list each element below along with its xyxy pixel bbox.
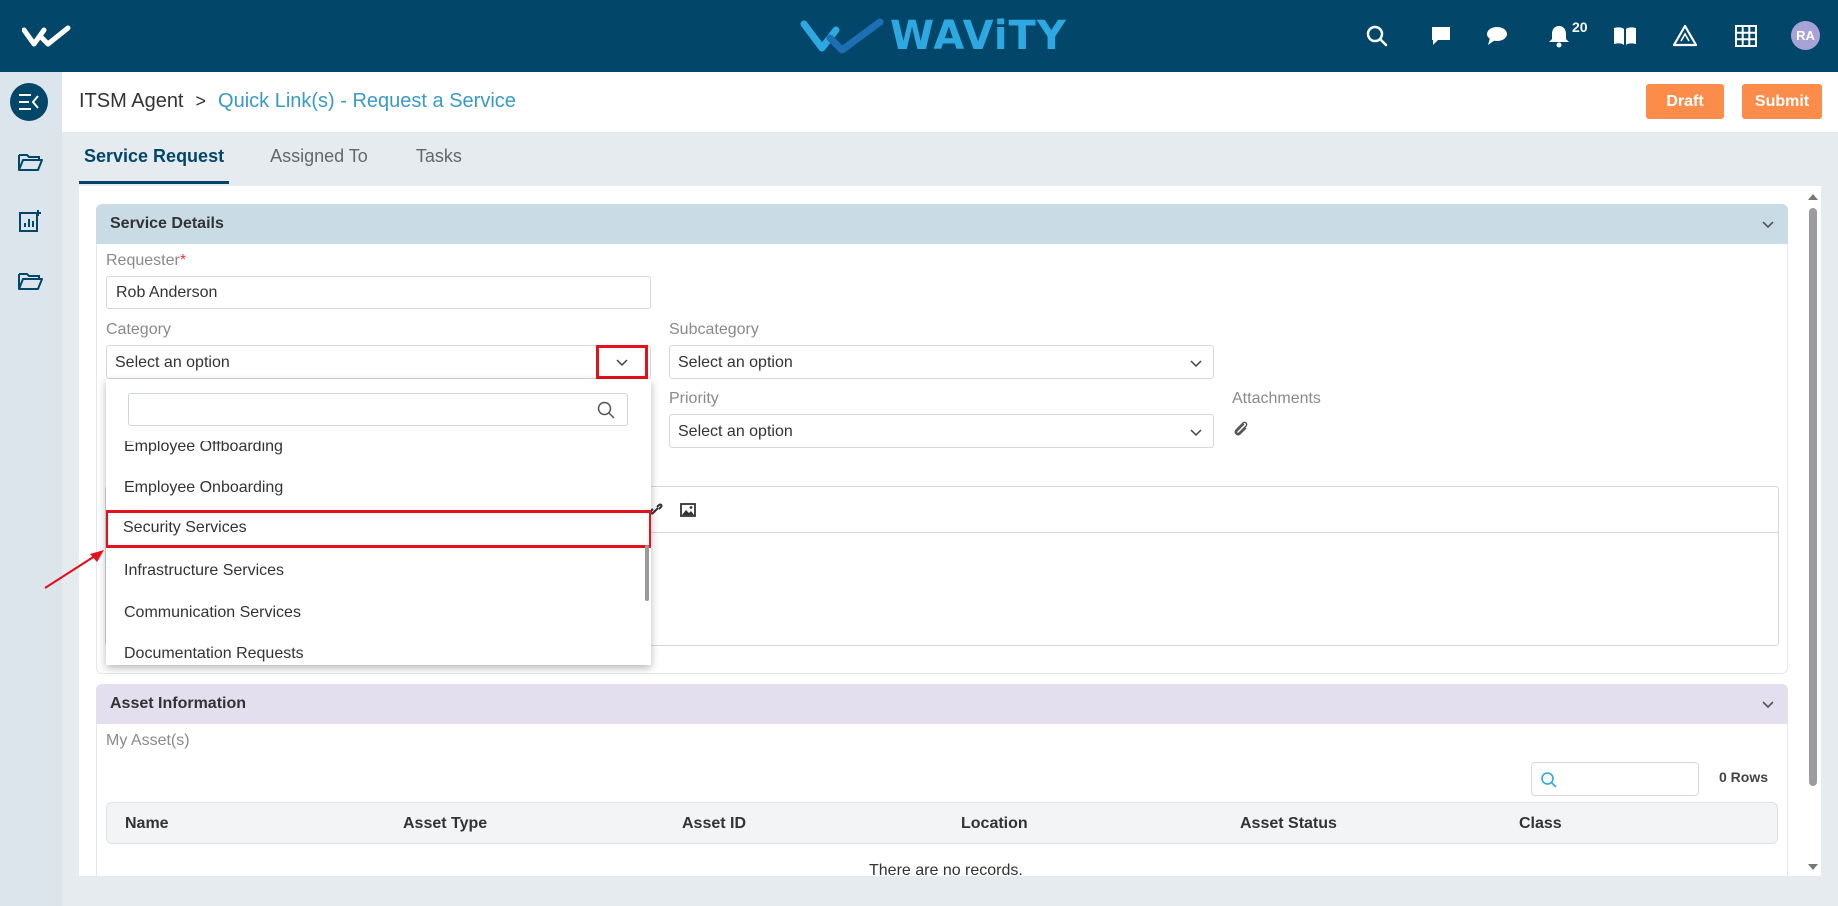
search-icon [597, 401, 615, 419]
scroll-up-arrow[interactable] [1808, 194, 1818, 200]
chevron-down-icon [616, 359, 628, 367]
attachments-label: Attachments [1232, 390, 1321, 407]
tab-bar: Service Request Assigned To Tasks [79, 132, 467, 184]
annotation-arrow-icon [44, 550, 104, 589]
priority-select-value: Select an option [678, 423, 793, 440]
requester-label: Requester* [106, 252, 187, 269]
scroll-down-arrow[interactable] [1808, 864, 1818, 870]
dropdown-option[interactable]: Employee Onboarding [106, 470, 651, 508]
folder-open-icon[interactable] [17, 149, 43, 175]
top-bar: WAViTY 20 RA [0, 0, 1838, 72]
tab-service-request[interactable]: Service Request [79, 132, 230, 184]
paperclip-icon[interactable] [1232, 420, 1250, 438]
asset-table-header: Name Asset Type Asset ID Location Asset … [106, 802, 1778, 844]
wavity-small-logo-icon[interactable] [22, 22, 72, 50]
bell-icon[interactable] [1546, 23, 1572, 49]
menu-collapse-icon[interactable] [10, 83, 48, 121]
priority-label: Priority [669, 390, 719, 407]
folder-open-icon[interactable] [17, 268, 43, 294]
tab-tasks[interactable]: Tasks [411, 132, 467, 184]
wavity-logo-icon [800, 18, 884, 54]
required-mark: * [179, 252, 187, 269]
dropdown-scrollbar-thumb[interactable] [645, 545, 649, 601]
search-icon [1541, 772, 1557, 788]
tab-assigned-to[interactable]: Assigned To [265, 132, 373, 184]
priority-select[interactable]: Select an option [669, 414, 1214, 448]
report-add-icon[interactable] [17, 208, 43, 234]
image-icon[interactable] [679, 501, 697, 519]
column-header-asset-id[interactable]: Asset ID [682, 815, 746, 833]
asset-information-body [96, 724, 1788, 876]
category-dropdown-toggle[interactable] [596, 345, 648, 379]
book-icon[interactable] [1612, 23, 1638, 49]
rows-count: 0 Rows [1719, 769, 1769, 785]
subcategory-select-value: Select an option [678, 354, 793, 371]
service-details-title: Service Details [110, 215, 224, 232]
search-icon[interactable] [1364, 23, 1390, 49]
brand-name: WAViTY [890, 13, 1067, 59]
column-header-asset-status[interactable]: Asset Status [1240, 815, 1337, 833]
submit-button[interactable]: Submit [1742, 84, 1822, 119]
brand-logo: WAViTY [800, 12, 1067, 60]
column-header-location[interactable]: Location [961, 815, 1028, 833]
chevron-down-icon[interactable] [1760, 696, 1776, 712]
empty-table-message: There are no records. [869, 862, 1023, 876]
asset-information-title: Asset Information [110, 695, 247, 712]
grid-icon[interactable] [1733, 23, 1759, 49]
dropdown-option[interactable]: Infrastructure Services [106, 553, 651, 591]
chevron-down-icon[interactable] [1760, 216, 1776, 232]
user-avatar[interactable]: RA [1791, 21, 1820, 50]
chat-bubble-icon[interactable] [1484, 23, 1510, 49]
dropdown-option-selected[interactable]: Security Services [106, 510, 651, 548]
chevron-down-icon [1190, 429, 1202, 437]
subcategory-select[interactable]: Select an option [669, 345, 1214, 379]
breadcrumb-separator: > [195, 91, 207, 111]
asset-search-box[interactable] [1531, 762, 1699, 796]
dropdown-option[interactable]: Communication Services [106, 595, 651, 633]
service-details-header[interactable]: Service Details [96, 204, 1788, 244]
category-select-value: Select an option [115, 354, 230, 371]
column-header-class[interactable]: Class [1519, 815, 1562, 833]
category-dropdown: Employee Offboarding Employee Onboarding… [106, 379, 651, 665]
notification-count: 20 [1572, 19, 1588, 35]
dropdown-search-area [106, 379, 651, 441]
category-select[interactable]: Select an option [106, 345, 651, 379]
breadcrumb: ITSM Agent > Quick Link(s) - Request a S… [79, 90, 516, 113]
category-label: Category [106, 321, 171, 338]
my-assets-label: My Asset(s) [106, 732, 190, 749]
chat-square-icon[interactable] [1428, 23, 1454, 49]
breadcrumb-current[interactable]: Quick Link(s) - Request a Service [218, 90, 516, 113]
dropdown-option[interactable]: Documentation Requests [106, 636, 651, 665]
requester-input[interactable] [106, 276, 651, 309]
hazard-triangle-icon[interactable] [1672, 23, 1698, 49]
chevron-down-icon [1190, 360, 1202, 368]
column-header-asset-type[interactable]: Asset Type [403, 815, 487, 833]
breadcrumb-root[interactable]: ITSM Agent [79, 90, 184, 113]
draft-button[interactable]: Draft [1646, 84, 1724, 119]
column-header-name[interactable]: Name [125, 815, 169, 833]
asset-information-header[interactable]: Asset Information [96, 684, 1788, 724]
subcategory-label: Subcategory [669, 321, 759, 338]
left-rail [0, 72, 62, 906]
dropdown-search-input[interactable] [128, 393, 628, 426]
main-scrollbar-thumb[interactable] [1809, 208, 1817, 786]
